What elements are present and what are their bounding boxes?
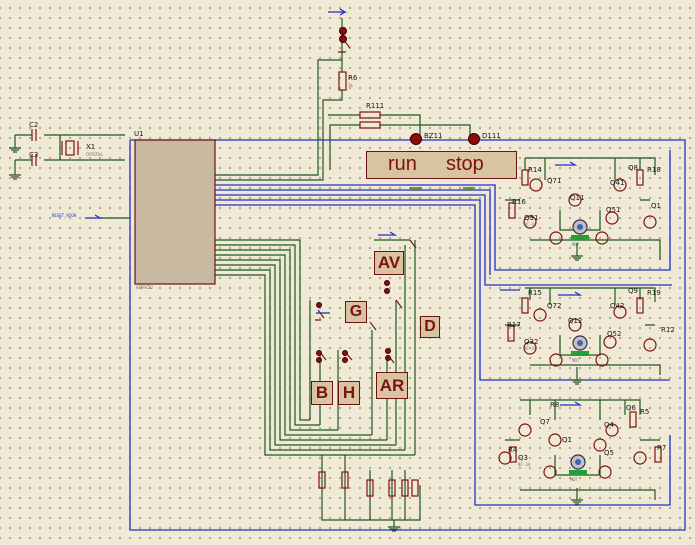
label-r6: R6 (348, 74, 358, 82)
label-q52: Q52 (607, 330, 622, 338)
key-h-button[interactable]: H (338, 381, 360, 405)
label-q12: Q12 (568, 317, 583, 325)
label-r17: R17 (507, 321, 521, 329)
key-dot-av1 (384, 280, 390, 286)
label-r8: R8 (550, 401, 560, 409)
label-q41: Q41 (610, 179, 625, 187)
key-dot-ar2 (385, 355, 391, 361)
schematic-canvas: AV G D B H AR run stop R6 1k R111 BZ11 D… (0, 0, 695, 545)
components (31, 37, 662, 497)
label-q3: Q3 (518, 454, 528, 462)
key-dot-h2 (342, 357, 348, 363)
key-b-button[interactable]: B (311, 381, 333, 405)
value-tr-2: BC-34 (524, 346, 537, 351)
top-button-dot-2 (339, 35, 347, 43)
label-bz11: BZ11 (424, 132, 443, 140)
led-indicator (468, 133, 480, 145)
value-motor-2: MOT (572, 358, 580, 363)
label-q71: Q71 (547, 177, 562, 185)
top-button-dot (339, 27, 347, 35)
value-motor-3: MOT (570, 477, 578, 482)
key-dot-h1 (342, 350, 348, 356)
label-q9: Q9 (628, 287, 638, 295)
label-q1: Q1 (562, 436, 572, 444)
label-r111: R111 (366, 102, 385, 110)
key-dot-b2 (316, 357, 322, 363)
key-dot-ar1 (385, 348, 391, 354)
green-wires (14, 18, 661, 527)
key-dot-b1 (316, 350, 322, 356)
key-dot-av2 (384, 288, 390, 294)
run-stop-panel: run stop (366, 151, 517, 179)
label-r7: R7 (657, 444, 667, 452)
label-q6: Q6 (626, 404, 636, 412)
key-d-button[interactable]: D (420, 316, 440, 338)
key-av-button[interactable]: AV (374, 251, 404, 275)
label-q7: Q7 (540, 418, 550, 426)
label-u1: U1 (134, 130, 144, 138)
value-motor-1: MOT (572, 242, 580, 247)
key-dot-g (316, 302, 322, 308)
label-q11: Q11 (570, 194, 585, 202)
value-tr-3: BC-34 (518, 462, 531, 467)
label-q5: Q5 (604, 449, 614, 457)
label-chip: AT89C52 (136, 285, 153, 290)
label-q42: Q42 (610, 302, 625, 310)
label-d111: D111 (482, 132, 501, 140)
label-r4: R4 (508, 446, 518, 454)
label-r5: R5 (640, 408, 650, 416)
label-q1b: Q1 (651, 202, 661, 210)
value-r6: 1k (348, 83, 353, 88)
stop-button[interactable]: stop (446, 153, 484, 176)
label-c3: C3 (29, 151, 39, 159)
label-r14: R14 (528, 166, 542, 174)
label-r16: R16 (512, 198, 526, 206)
label-c2: C2 (29, 121, 39, 129)
value-tr-1: BC-34 (524, 222, 537, 227)
label-q72: Q72 (547, 302, 562, 310)
label-reset: RESET_HIGH (52, 213, 77, 218)
label-r12: R12 (661, 326, 675, 334)
label-q31: Q31 (524, 214, 539, 222)
label-r18: R18 (647, 166, 661, 174)
label-r15: R15 (528, 289, 542, 297)
buzzer-indicator (410, 133, 422, 145)
run-button[interactable]: run (388, 153, 417, 176)
key-ar-button[interactable]: AR (376, 372, 408, 399)
key-g-button[interactable]: G (345, 301, 367, 323)
label-x1: X1 (86, 143, 96, 151)
label-q32: Q32 (524, 338, 539, 346)
label-r19: R19 (647, 289, 661, 297)
label-q8: Q8 (628, 164, 638, 172)
label-q51: Q51 (606, 206, 621, 214)
label-q4: Q4 (604, 421, 614, 429)
label-crystal: CRYSTAL (86, 152, 103, 157)
